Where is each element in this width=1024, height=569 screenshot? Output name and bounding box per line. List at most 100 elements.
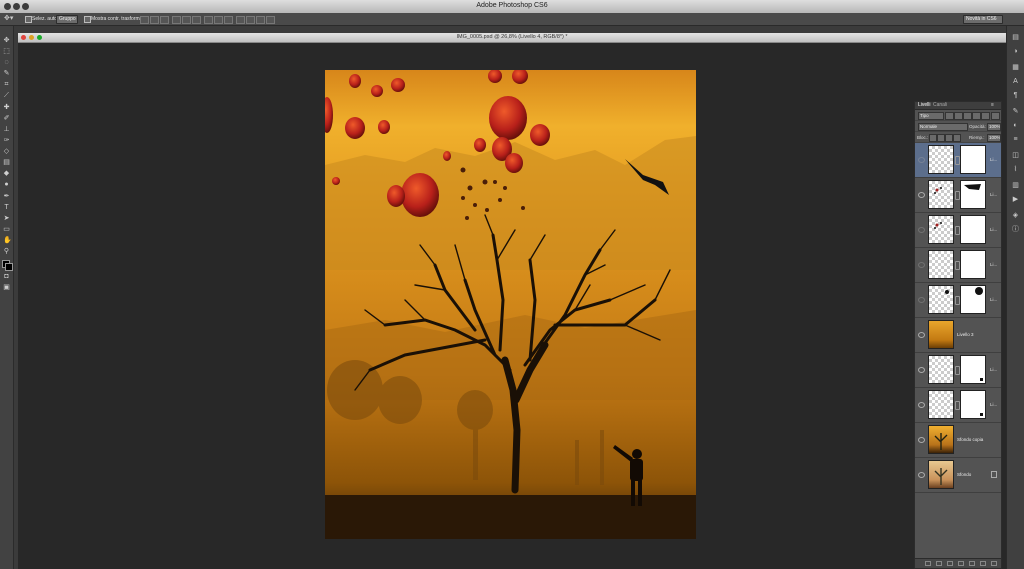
tab-channels[interactable]: Canali [933,103,947,108]
layer-name[interactable]: Li... [990,157,997,162]
visibility-eye-icon[interactable] [918,332,925,338]
shape-tool-icon[interactable]: ▭ [3,226,10,233]
type-tool-icon[interactable]: T [3,204,10,211]
layer-name[interactable]: Li... [990,367,997,372]
link-layers-icon[interactable] [925,561,931,566]
zoom-tool-icon[interactable]: ⚲ [3,248,10,255]
layer-name[interactable]: Sfondo copia [957,437,983,442]
crop-tool-icon[interactable]: ⌗ [3,81,10,88]
layer-mask-thumbnail[interactable] [960,250,986,279]
lasso-tool-icon[interactable]: ◌ [3,59,10,66]
lock-pixels-icon[interactable] [937,134,945,142]
layer-row[interactable]: Li... [915,388,1001,423]
layer-mask-thumbnail[interactable] [960,355,986,384]
align-top-icon[interactable] [140,16,149,24]
layer-row[interactable]: Li... [915,283,1001,318]
distribute-right-icon[interactable] [256,16,265,24]
align-right-icon[interactable] [192,16,201,24]
align-left-icon[interactable] [172,16,181,24]
distribute-middle-icon[interactable] [214,16,223,24]
visibility-eye-icon[interactable] [918,192,925,198]
gradient-tool-icon[interactable]: ▤ [3,159,10,166]
layer-name[interactable]: Li... [990,262,997,267]
eraser-tool-icon[interactable]: ◇ [3,148,10,155]
healing-brush-tool-icon[interactable]: ✚ [3,104,10,111]
swatches-panel-icon[interactable]: ▦ [1011,64,1020,72]
layer-name[interactable]: Sfondo [957,472,971,477]
delete-layer-icon[interactable] [991,561,997,566]
lock-position-icon[interactable] [945,134,953,142]
clone-stamp-tool-icon[interactable]: ⊥ [3,126,10,133]
distribute-center-icon[interactable] [246,16,255,24]
path-select-tool-icon[interactable]: ➤ [3,215,10,222]
layer-row[interactable]: Livello 3 [915,318,1001,353]
layer-row[interactable]: Sfondo [915,458,1001,493]
layer-name[interactable]: Livello 3 [957,332,974,337]
background-color-swatch[interactable] [5,263,13,271]
auto-align-icon[interactable] [266,16,275,24]
layer-name[interactable]: Li... [990,227,997,232]
visibility-eye-icon[interactable] [918,472,925,478]
layer-name[interactable]: Li... [990,402,997,407]
layer-style-icon[interactable] [936,561,942,566]
history-brush-tool-icon[interactable]: ✑ [3,137,10,144]
history-panel-icon[interactable]: ▤ [1011,34,1020,42]
info-panel-icon[interactable]: ⓘ [1011,226,1020,234]
filter-adjustment-icon[interactable] [954,112,963,120]
visibility-eye-icon[interactable] [918,297,925,303]
tab-layers[interactable]: Livelli [918,103,931,108]
filter-toggle-icon[interactable] [991,112,1000,120]
layer-row[interactable]: Li... [915,178,1001,213]
layer-row[interactable]: Sfondo copia [915,423,1001,458]
align-bottom-icon[interactable] [160,16,169,24]
distribute-top-icon[interactable] [204,16,213,24]
visibility-eye-icon[interactable] [918,227,925,233]
character-panel-icon[interactable]: A [1011,78,1020,86]
layer-name[interactable]: Li... [990,192,997,197]
show-transform-checkbox[interactable] [84,16,91,23]
filter-type-icon[interactable] [963,112,972,120]
brush-panel-icon[interactable]: ✎ [1011,108,1020,116]
adjustments-panel-icon[interactable]: ◐ [1011,122,1020,130]
layer-row[interactable]: Li... [915,143,1001,178]
visibility-eye-icon[interactable] [918,262,925,268]
brush-tool-icon[interactable]: ✐ [3,115,10,122]
lock-transparency-icon[interactable] [929,134,937,142]
paragraph-panel-icon[interactable]: ¶ [1011,92,1020,100]
document-tab[interactable]: IMG_0005.psd @ 26,8% (Livello 4, RGB/8*)… [18,33,1006,43]
distribute-bottom-icon[interactable] [224,16,233,24]
paths-panel-icon[interactable]: ⌇ [1011,166,1020,174]
filter-pixel-icon[interactable] [945,112,954,120]
auto-select-checkbox[interactable] [25,16,32,23]
visibility-eye-icon[interactable] [918,402,925,408]
filter-shape-icon[interactable] [972,112,981,120]
layer-row[interactable]: Li... [915,353,1001,388]
filter-smart-object-icon[interactable] [981,112,990,120]
channels-panel-icon[interactable]: ▥ [1011,182,1020,190]
layer-row[interactable]: Li... [915,213,1001,248]
workspace-switcher[interactable]: Novità in CS6 [963,15,1003,24]
move-tool-icon[interactable]: ✥▾ [4,15,13,23]
align-middle-icon[interactable] [150,16,159,24]
actions-panel-icon[interactable]: ▶ [1011,196,1020,204]
visibility-eye-icon[interactable] [918,157,925,163]
screen-mode-icon[interactable]: ▣ [3,284,10,291]
layers-panel-icon[interactable]: ◈ [1011,212,1020,220]
lock-all-icon[interactable] [953,134,961,142]
layer-row[interactable]: Li... [915,248,1001,283]
layer-mask-thumbnail[interactable] [960,180,986,209]
color-panel-icon[interactable]: ◑ [1011,48,1020,56]
layer-name[interactable]: Li... [990,297,997,302]
opacity-input[interactable]: 100% [987,123,1001,131]
layer-mask-thumbnail[interactable] [960,285,986,314]
properties-panel-icon[interactable]: ≡ [1011,136,1020,144]
blend-mode-dropdown[interactable]: Normale [918,123,968,131]
layer-mask-thumbnail[interactable] [960,215,986,244]
visibility-eye-icon[interactable] [918,437,925,443]
add-mask-icon[interactable] [947,561,953,566]
pen-tool-icon[interactable]: ✒ [3,193,10,200]
adjustment-layer-icon[interactable] [958,561,964,566]
new-layer-icon[interactable] [980,561,986,566]
panel-menu-icon[interactable]: ≡ [991,103,994,108]
layer-mask-thumbnail[interactable] [960,390,986,419]
